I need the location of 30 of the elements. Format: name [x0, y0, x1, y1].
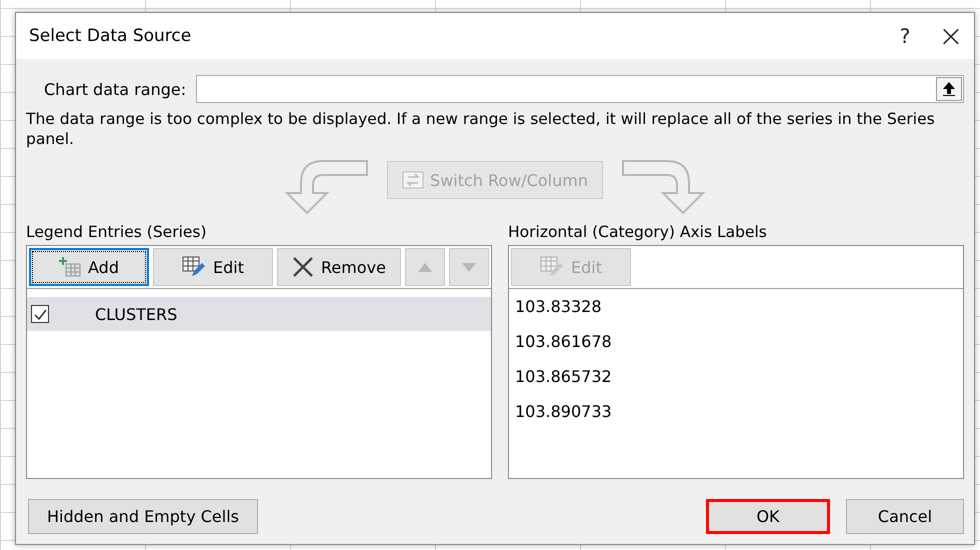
up-arrow-icon: [943, 82, 955, 96]
axis-panel-title: Horizontal (Category) Axis Labels: [508, 223, 768, 241]
series-checkbox[interactable]: [31, 305, 49, 323]
axis-label: 103.83328: [514, 296, 602, 318]
help-button[interactable]: ?: [882, 13, 928, 59]
series-panel-title: Legend Entries (Series): [26, 223, 208, 241]
info-message: The data range is too complex to be displayed. If a new range is selected, it will replace all of the series in the Series panel.: [26, 109, 936, 149]
edit-table-icon: [182, 256, 206, 278]
add-table-icon: [59, 257, 81, 277]
down-triangle-icon: [462, 262, 476, 272]
x-icon: [292, 256, 314, 278]
axis-label: 103.865732: [514, 366, 612, 388]
close-button[interactable]: ×: [928, 13, 974, 59]
switch-icon: [402, 171, 424, 189]
cancel-button[interactable]: Cancel: [846, 499, 964, 534]
dialog-title: Select Data Source: [29, 26, 192, 46]
edit-button[interactable]: Edit: [153, 248, 273, 286]
edit-table-icon: [540, 256, 564, 278]
range-label: Chart data range:: [44, 80, 186, 98]
series-name: CLUSTERS: [95, 304, 178, 324]
collapse-button[interactable]: [936, 77, 962, 101]
axis-label: 103.861678: [514, 331, 612, 353]
add-button[interactable]: Add: [29, 248, 149, 286]
remove-button[interactable]: Remove: [277, 248, 401, 286]
hidden-empty-cells-button[interactable]: Hidden and Empty Cells: [28, 499, 258, 534]
range-field[interactable]: [196, 75, 964, 103]
series-row[interactable]: CLUSTERS: [27, 297, 491, 331]
ok-button[interactable]: OK: [706, 499, 830, 534]
up-triangle-icon: [418, 262, 432, 272]
axis-label: 103.890733: [514, 401, 612, 423]
